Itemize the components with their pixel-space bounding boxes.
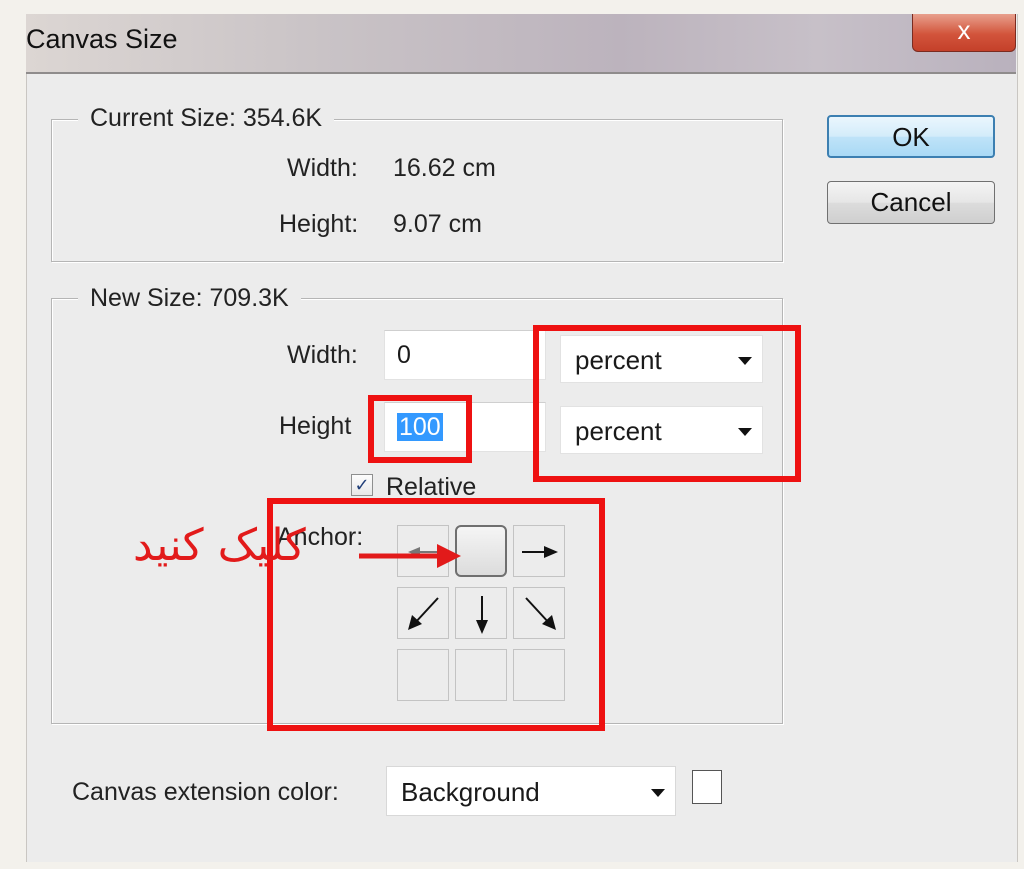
current-size-legend: Current Size: 354.6K xyxy=(78,104,335,133)
highlight-height-value xyxy=(368,395,472,463)
dialog-title: Canvas Size xyxy=(26,24,178,54)
new-height-label: Height xyxy=(279,412,352,440)
new-width-input[interactable]: 0 xyxy=(384,330,546,380)
close-button[interactable]: x xyxy=(912,14,1016,52)
current-height-label: Height: xyxy=(279,210,359,238)
highlight-anchor-grid xyxy=(267,498,605,731)
extension-color-swatch[interactable] xyxy=(692,770,722,804)
ok-button[interactable]: OK xyxy=(827,115,995,158)
highlight-unit-selects xyxy=(533,325,801,482)
new-width-label: Width: xyxy=(287,341,358,369)
close-icon: x xyxy=(957,15,971,45)
checkmark-icon: ✓ xyxy=(354,475,370,495)
current-width-label: Width: xyxy=(287,154,358,182)
relative-checkbox[interactable]: ✓ xyxy=(351,474,373,496)
current-width-value: 16.62 cm xyxy=(393,154,496,182)
cancel-button[interactable]: Cancel xyxy=(827,181,995,224)
new-size-legend: New Size: 709.3K xyxy=(78,284,301,313)
extension-color-select[interactable]: Background xyxy=(386,766,676,816)
chevron-down-icon xyxy=(651,789,665,797)
current-height-value: 9.07 cm xyxy=(393,210,482,238)
extension-color-label: Canvas extension color: xyxy=(72,778,339,806)
annotation-text: کلیک کنید xyxy=(133,520,306,571)
current-size-group xyxy=(51,119,783,262)
annotation-arrow-icon xyxy=(359,544,461,568)
extension-color-value: Background xyxy=(401,777,540,807)
